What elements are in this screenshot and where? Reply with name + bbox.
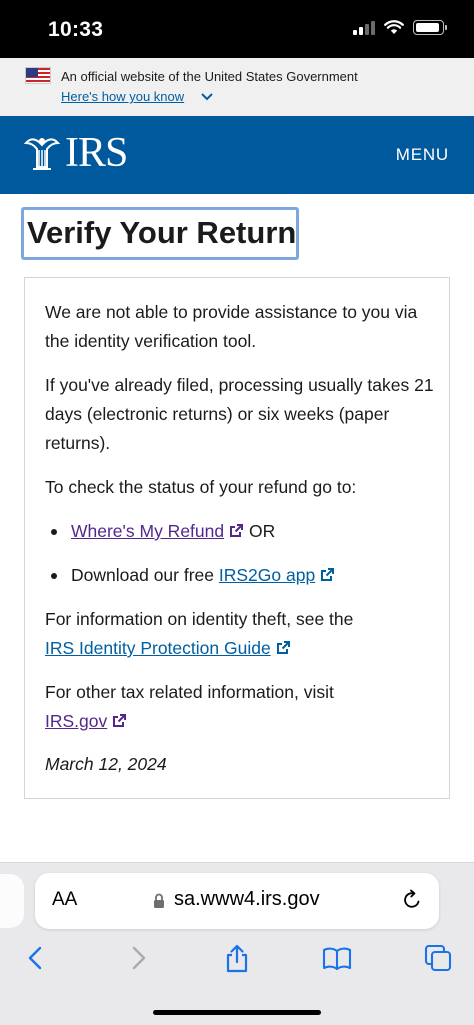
home-indicator (153, 1010, 321, 1015)
list-item: Download our free IRS2Go app (50, 561, 335, 590)
chevron-down-icon[interactable] (200, 91, 214, 103)
lock-icon (154, 893, 164, 908)
identity-theft-text: For information on identity theft, see t… (45, 609, 354, 629)
address-bar[interactable]: AA sa.www4.irs.gov (35, 873, 439, 929)
irs-gov-link[interactable]: IRS.gov (45, 711, 107, 731)
external-link-icon (276, 641, 290, 654)
url-text[interactable]: sa.www4.irs.gov (174, 888, 320, 911)
heres-how-you-know-link[interactable]: Here's how you know (61, 89, 184, 104)
tax-info-paragraph: For other tax related information, visit… (45, 678, 440, 736)
gov-banner-text: An official website of the United States… (61, 69, 358, 84)
check-status-text: To check the status of your refund go to… (45, 477, 357, 497)
previous-tab-preview[interactable] (0, 874, 24, 928)
wifi-icon (384, 20, 404, 34)
identity-protection-guide-link[interactable]: IRS Identity Protection Guide (45, 638, 271, 658)
irs-wordmark: IRS (65, 130, 128, 176)
status-time: 10:33 (48, 18, 104, 41)
wheres-my-refund-link[interactable]: Where's My Refund (71, 521, 224, 541)
or-text: OR (244, 521, 276, 541)
no-assistance-text: We are not able to provide assistance to… (45, 302, 418, 351)
bookmarks-icon[interactable] (322, 943, 352, 973)
external-link-icon (321, 568, 335, 581)
gov-banner: An official website of the United States… (0, 58, 474, 116)
page-title: Verify Your Return (21, 207, 299, 260)
download-text: Download our free (71, 565, 219, 585)
reader-options-button[interactable]: AA (52, 889, 77, 911)
share-icon[interactable] (222, 943, 252, 973)
site-header: IRS MENU (0, 116, 474, 194)
status-bar: 10:33 (0, 0, 474, 58)
browser-toolbar: AA sa.www4.irs.gov (0, 862, 474, 1025)
tabs-icon[interactable] (423, 943, 453, 973)
list-item: Where's My Refund OR (50, 517, 276, 546)
forward-arrow-icon[interactable] (123, 943, 153, 973)
status-icons (353, 20, 447, 35)
identity-theft-paragraph: For information on identity theft, see t… (45, 605, 440, 663)
menu-button[interactable]: MENU (396, 145, 449, 165)
us-flag-icon (25, 67, 51, 84)
processing-time-text: If you've already filed, processing usua… (45, 375, 434, 453)
cellular-signal-icon (353, 20, 375, 35)
irs2go-app-link[interactable]: IRS2Go app (219, 565, 315, 585)
external-link-icon (230, 524, 244, 537)
reload-icon[interactable] (401, 889, 423, 911)
page-date: March 12, 2024 (45, 754, 167, 774)
irs-logo[interactable]: IRS (23, 130, 128, 176)
tax-info-text: For other tax related information, visit (45, 682, 334, 702)
back-arrow-icon[interactable] (21, 943, 51, 973)
external-link-icon (113, 714, 127, 727)
content-box: We are not able to provide assistance to… (24, 277, 450, 799)
battery-icon (413, 20, 447, 35)
irs-eagle-icon (23, 138, 61, 170)
